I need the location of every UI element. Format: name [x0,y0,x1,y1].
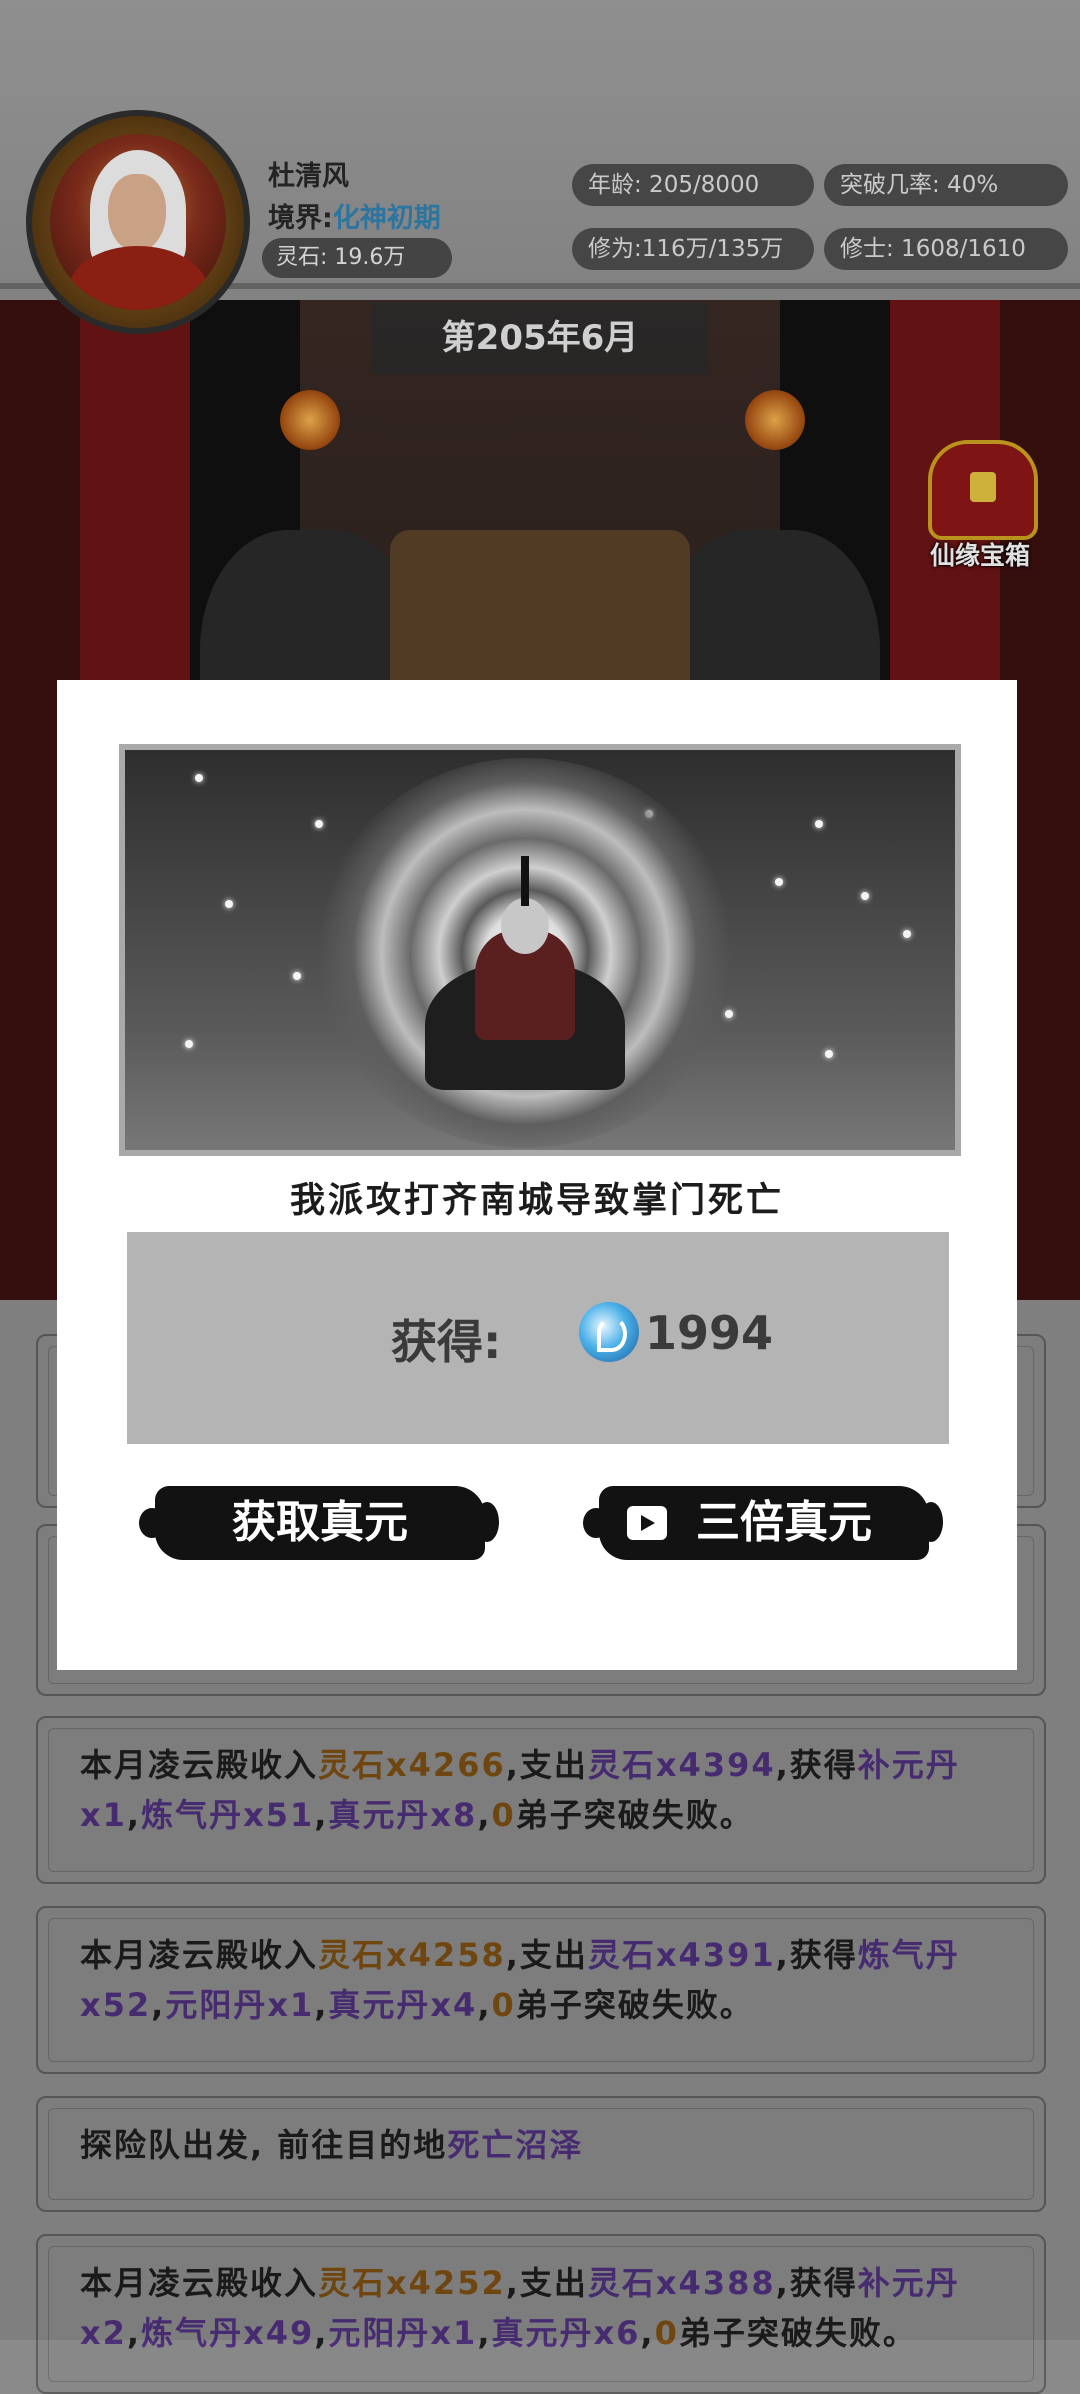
triple-reward-label: 三倍真元 [696,1497,872,1548]
reward-amount: 1994 [645,1306,774,1360]
spirit-flame-icon [579,1302,639,1362]
event-description: 我派攻打齐南城导致掌门死亡 [289,1181,784,1221]
avatar-portrait [50,134,226,310]
get-reward-button[interactable]: 获取真元 [139,1486,499,1560]
meditation-illustration [119,744,961,1156]
reward-dialog: 我派攻打齐南城导致掌门死亡 获得: 1994 获取真元 三倍真元 [57,680,1017,1670]
get-reward-label: 获取真元 [232,1497,408,1548]
reward-label: 获得: [391,1315,502,1369]
video-icon [627,1506,667,1540]
avatar[interactable] [26,110,250,334]
date-banner: 第205年6月 [372,302,708,374]
reward-box: 获得: 1994 [127,1232,949,1444]
triple-reward-button[interactable]: 三倍真元 [583,1486,943,1560]
